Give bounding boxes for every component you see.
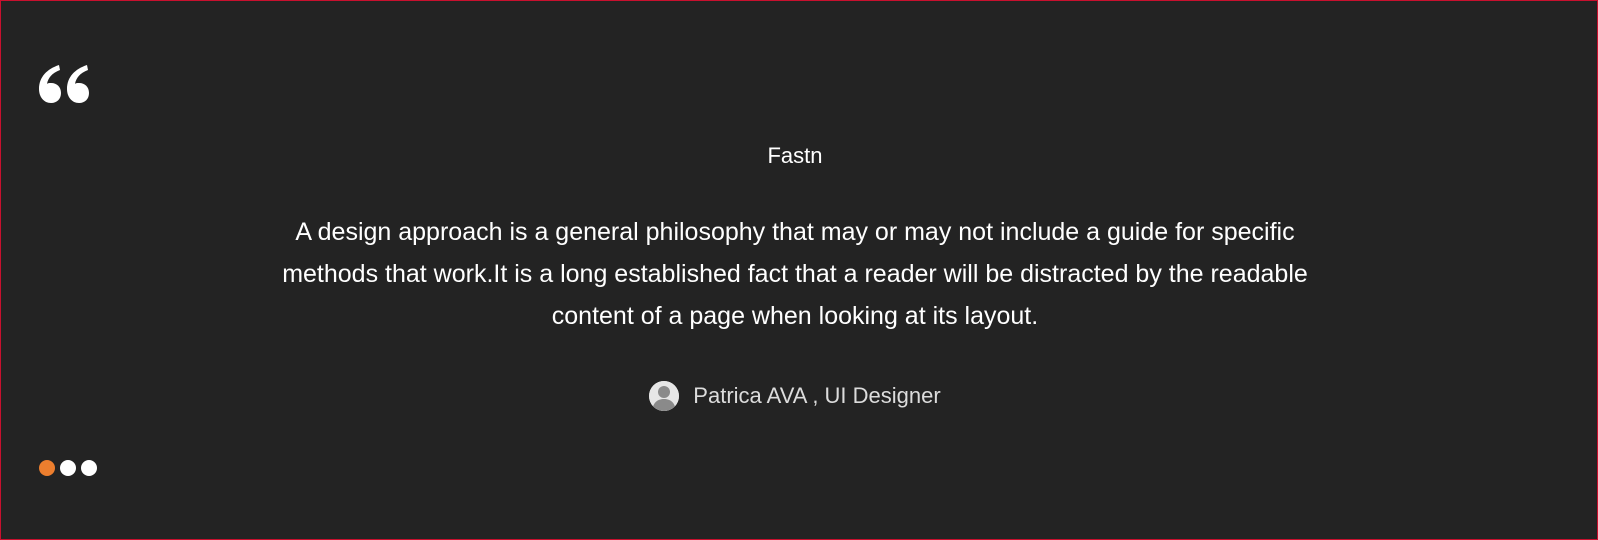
carousel-dot-3[interactable] [81,460,97,476]
testimonial-content: Fastn A design approach is a general phi… [251,141,1339,411]
carousel-dot-1[interactable] [39,460,55,476]
testimonial-section: Fastn A design approach is a general phi… [0,0,1598,540]
user-avatar-icon [649,381,680,411]
carousel-dot-2[interactable] [60,460,76,476]
testimonial-quote: A design approach is a general philosoph… [282,218,1308,330]
author-block: Patrica AVA , UI Designer [251,381,1339,411]
company-name: Fastn [767,143,823,168]
quote-open-icon [37,61,91,107]
carousel-dots [39,460,97,476]
author-name: Patrica AVA , UI Designer [693,383,941,408]
